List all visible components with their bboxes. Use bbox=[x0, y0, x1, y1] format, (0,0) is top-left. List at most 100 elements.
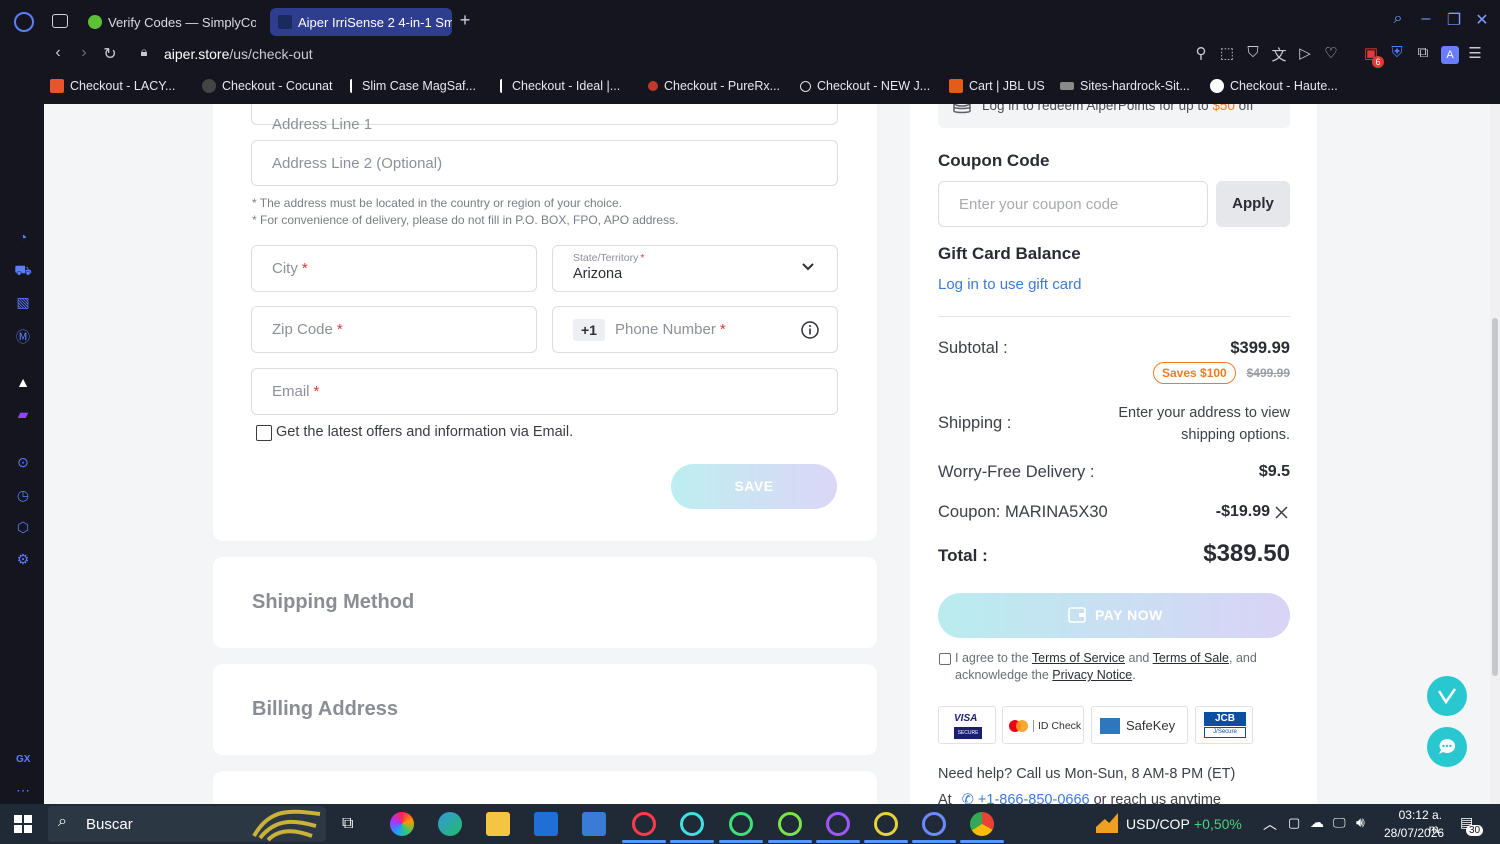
agree-checkbox[interactable] bbox=[939, 653, 951, 665]
help-contact: At ✆ +1-866-850-0666 or reach us anytime bbox=[938, 792, 1221, 804]
scrollbar-thumb[interactable] bbox=[1492, 318, 1498, 676]
restore-icon[interactable]: ❐ bbox=[1444, 10, 1464, 30]
state-value: Arizona bbox=[573, 266, 623, 282]
reload-icon[interactable]: ↻ bbox=[100, 44, 120, 64]
outlook-icon[interactable] bbox=[582, 812, 606, 836]
shield-icon[interactable]: ⛉ bbox=[1244, 44, 1262, 64]
easy-setup-icon[interactable]: ☰ bbox=[1466, 44, 1484, 64]
copilot-icon[interactable] bbox=[390, 812, 414, 836]
snapshot-icon[interactable]: ⬚ bbox=[1218, 44, 1236, 64]
phone-field[interactable]: +1 Phone Number * bbox=[552, 306, 838, 353]
tab-verify-codes[interactable]: Verify Codes — SimplyCod bbox=[80, 8, 256, 36]
terms-of-service-link[interactable]: Terms of Service bbox=[1032, 651, 1125, 665]
save-button[interactable]: SAVE bbox=[671, 464, 837, 509]
aria-icon[interactable]: ◔ bbox=[14, 229, 32, 247]
clock-date[interactable]: 28/07/2026 bbox=[1384, 826, 1444, 840]
twitch-icon[interactable]: ▰ bbox=[14, 406, 32, 424]
windows-start-icon[interactable] bbox=[14, 815, 32, 833]
remove-coupon-icon[interactable] bbox=[1275, 506, 1288, 519]
taskbar-search[interactable]: ⌕ Buscar bbox=[48, 806, 326, 842]
email-field[interactable]: Email * bbox=[251, 368, 838, 415]
bookmark-item[interactable]: Slim Case MagSaf... bbox=[350, 79, 476, 93]
minimize-icon[interactable]: – bbox=[1416, 10, 1436, 28]
bookmark-item[interactable]: Cart | JBL US bbox=[949, 79, 1045, 93]
lock-icon[interactable]: 🔒︎ bbox=[134, 44, 154, 60]
gx-icon[interactable]: GX bbox=[16, 754, 30, 765]
apply-button[interactable]: Apply bbox=[1216, 181, 1290, 227]
extensions-sidebar-icon[interactable]: ⬡ bbox=[14, 519, 32, 537]
privacy-notice-link[interactable]: Privacy Notice bbox=[1052, 668, 1132, 682]
points-banner[interactable]: Log in to redeem AiperPoints for up to $… bbox=[938, 104, 1290, 128]
haute-icon bbox=[1210, 79, 1224, 93]
new-tab-button[interactable]: + bbox=[456, 11, 474, 30]
bookmark-item[interactable]: Sites-hardrock-Sit... bbox=[1060, 79, 1190, 93]
history-icon[interactable]: ◷ bbox=[14, 487, 32, 505]
info-icon[interactable] bbox=[801, 321, 819, 339]
close-window-icon[interactable]: ✕ bbox=[1472, 10, 1492, 30]
currency-label[interactable]: USD/COP bbox=[1126, 816, 1190, 832]
tab-aiper[interactable]: Aiper IrriSense 2 4-in-1 Sm bbox=[270, 8, 452, 36]
address-line2-field[interactable]: Address Line 2 (Optional) bbox=[251, 140, 838, 186]
network-icon[interactable]: 🖵︎ bbox=[1333, 815, 1346, 831]
opera-blue-icon[interactable] bbox=[922, 812, 946, 836]
volume-icon[interactable]: 🔊︎ bbox=[1356, 814, 1365, 831]
settings-icon[interactable]: ⚙ bbox=[14, 551, 32, 569]
url-field[interactable]: aiper.store/us/check-out bbox=[164, 46, 313, 62]
coupon-input[interactable]: Enter your coupon code bbox=[938, 181, 1208, 227]
gift-card-login-link[interactable]: Log in to use gift card bbox=[938, 276, 1081, 293]
bookmark-item[interactable]: Checkout - Haute... bbox=[1210, 79, 1338, 93]
bitwarden-icon[interactable]: ⛨ bbox=[1388, 44, 1406, 64]
player-icon[interactable]: ⊙ bbox=[14, 454, 32, 472]
active-indicator bbox=[816, 840, 860, 843]
chat-widget-button[interactable] bbox=[1427, 727, 1467, 767]
translate-icon[interactable]: 文 bbox=[1270, 44, 1288, 64]
opera-red-icon[interactable] bbox=[632, 812, 656, 836]
search-tabs-icon[interactable]: ⌕ bbox=[1388, 10, 1408, 28]
opera-purple-icon[interactable] bbox=[826, 812, 850, 836]
tray-app-icon[interactable]: ▢ bbox=[1288, 815, 1300, 831]
workspaces-icon[interactable] bbox=[52, 14, 68, 28]
support-phone-link[interactable]: +1-866-850-0666 bbox=[978, 792, 1090, 804]
opera-lime-icon[interactable] bbox=[778, 812, 802, 836]
chrome-icon[interactable] bbox=[970, 812, 994, 836]
address-line1-field[interactable]: Address Line 1 bbox=[251, 104, 838, 133]
bookmark-item[interactable]: Checkout - PureRx... bbox=[648, 79, 780, 93]
bookmark-item[interactable]: Checkout - Cocunat bbox=[202, 79, 332, 93]
opera-cyan-icon[interactable] bbox=[680, 812, 704, 836]
messenger-icon[interactable]: Ⓜ bbox=[14, 327, 32, 345]
state-select[interactable]: State/Territory * Arizona bbox=[552, 245, 838, 292]
billing-address-card[interactable]: Billing Address bbox=[213, 664, 877, 755]
offers-checkbox[interactable] bbox=[256, 425, 272, 441]
phone-icon: ✆ bbox=[961, 792, 974, 804]
extensions-icon[interactable]: ⧉ bbox=[1414, 44, 1432, 64]
vip-widget-button[interactable] bbox=[1427, 676, 1467, 716]
pay-now-button[interactable]: PAY NOW bbox=[938, 593, 1290, 638]
edge-icon[interactable] bbox=[438, 812, 462, 836]
opera-menu-icon[interactable] bbox=[14, 12, 34, 32]
forward-icon[interactable]: › bbox=[74, 44, 94, 62]
shipping-method-card[interactable]: Shipping Method bbox=[213, 557, 877, 648]
back-icon[interactable]: ‹ bbox=[48, 44, 68, 62]
aiper-sidebar-icon[interactable]: ▲ bbox=[14, 374, 32, 392]
opera-green-icon[interactable] bbox=[729, 812, 753, 836]
pin-icon[interactable]: ⚲ bbox=[1192, 44, 1210, 64]
bookmark-item[interactable]: Checkout - LACY... bbox=[50, 79, 175, 93]
bookmark-item[interactable]: Checkout - NEW J... bbox=[800, 79, 930, 93]
file-explorer-icon[interactable] bbox=[486, 812, 510, 836]
store-icon[interactable] bbox=[534, 812, 558, 836]
wallet-icon[interactable]: ▧ bbox=[14, 294, 32, 312]
zip-code-field[interactable]: Zip Code * bbox=[251, 306, 537, 353]
show-hidden-icons[interactable]: ︿ bbox=[1263, 814, 1277, 834]
city-field[interactable]: City * bbox=[251, 245, 537, 292]
onedrive-icon[interactable]: ☁ bbox=[1310, 814, 1324, 831]
bookmark-item[interactable]: Checkout - Ideal |... bbox=[500, 79, 620, 93]
active-indicator bbox=[864, 840, 908, 843]
opera-yellow-icon[interactable] bbox=[874, 812, 898, 836]
terms-of-sale-link[interactable]: Terms of Sale bbox=[1153, 651, 1229, 665]
send-icon[interactable]: ▷ bbox=[1296, 44, 1314, 64]
more-icon[interactable]: ⋯ bbox=[14, 782, 32, 800]
heart-icon[interactable]: ♡ bbox=[1322, 44, 1340, 64]
shopping-icon[interactable]: ⛟ bbox=[14, 262, 32, 280]
profile-avatar[interactable]: A bbox=[1441, 46, 1459, 64]
task-view-icon[interactable]: ⧉ bbox=[342, 815, 353, 833]
